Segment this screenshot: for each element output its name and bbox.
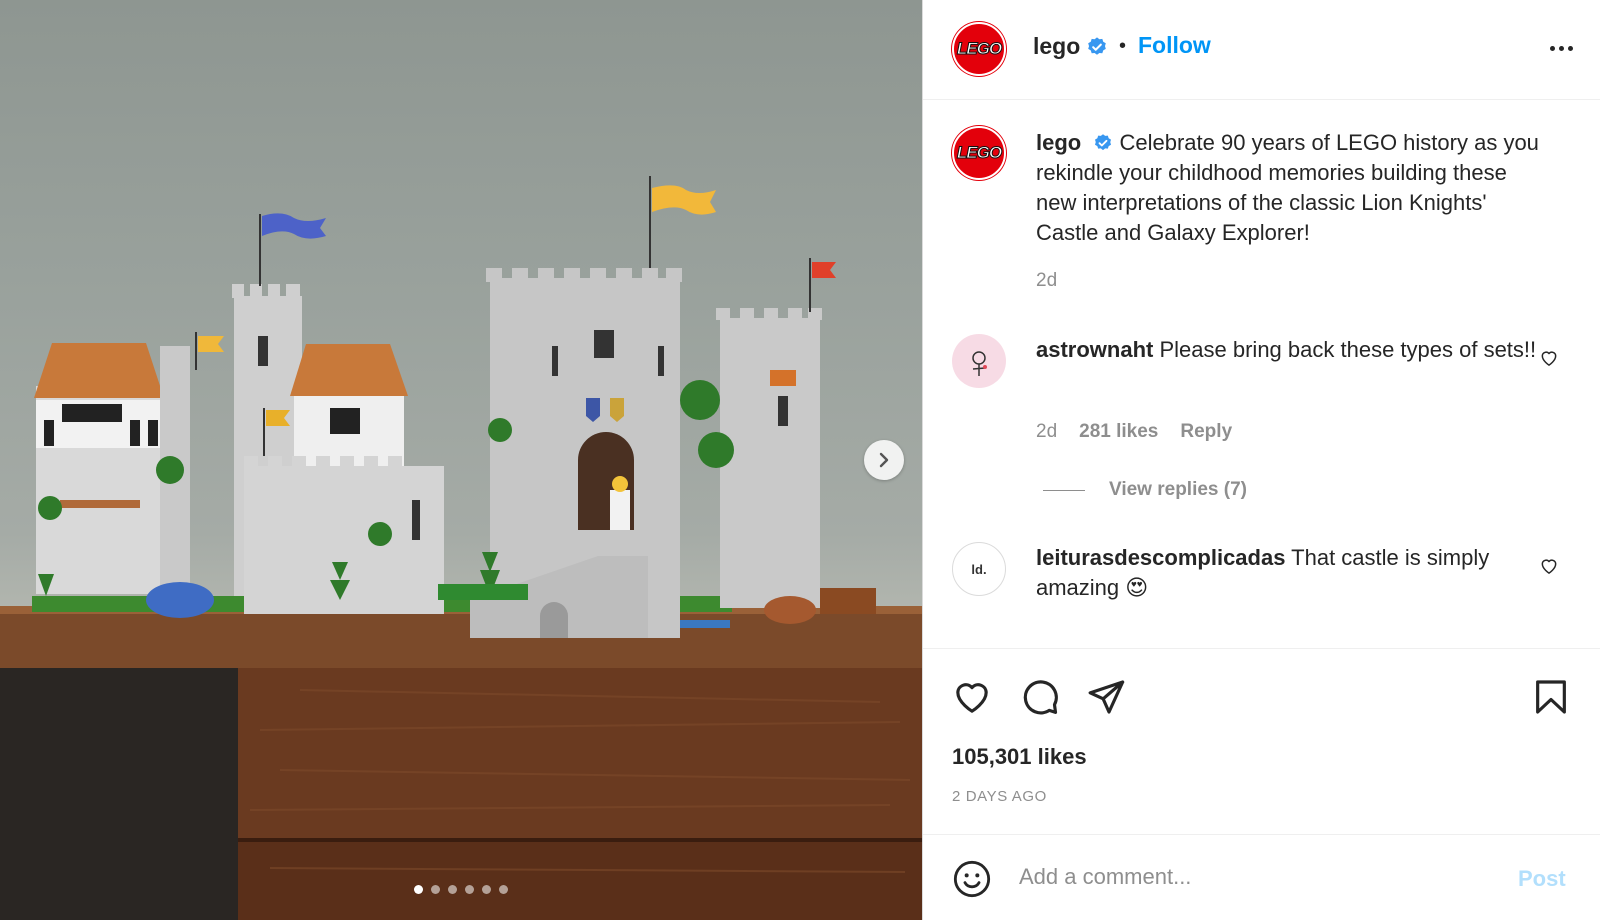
comment-input[interactable] [1019,857,1489,897]
add-comment-bar: Post [923,834,1600,920]
comment-body: astrownaht Please bring back these types… [1036,335,1546,365]
caption-timestamp: 2d [1036,270,1058,291]
post-header: LEGO lego • Follow [923,0,1600,100]
replies-divider [1043,489,1085,491]
view-replies-label: View replies (7) [1109,479,1247,500]
caption-author-avatar[interactable]: LEGO [952,126,1006,180]
lego-castle-photo [0,176,922,920]
comment-username[interactable]: astrownaht [1036,337,1153,362]
comment-timestamp: 2d [1036,421,1058,442]
carousel-indicator [414,885,508,894]
post-timestamp: 2 DAYS AGO [952,788,1047,805]
post-caption: lego Celebrate 90 years of LEGO history … [1036,128,1546,248]
comments-section: LEGO lego Celebrate 90 years of LEGO his… [923,100,1600,648]
author-username[interactable]: lego [1033,33,1108,60]
carousel-dot [448,885,457,894]
follow-button[interactable]: Follow [1138,32,1211,59]
post-media[interactable] [0,0,922,920]
comment-username[interactable]: leiturasdescomplicadas [1036,545,1285,570]
verified-badge-icon [1093,133,1113,153]
comment-meta: 2d 281 likes Reply [1036,421,1232,443]
carousel-next-button[interactable] [864,440,904,480]
heart-eyes-emoji: 😍 [1125,575,1149,600]
comment-body: leiturasdescomplicadas That castle is si… [1036,543,1546,603]
emoji-icon[interactable] [952,859,992,904]
carousel-dot [499,885,508,894]
commenter-avatar[interactable] [952,334,1006,388]
carousel-dot [414,885,423,894]
more-options-icon[interactable] [1543,36,1579,60]
post-actions: 105,301 likes 2 DAYS AGO [923,648,1600,834]
comment-like-count[interactable]: 281 likes [1079,421,1158,443]
lego-logo: LEGO [956,143,1002,163]
post-comment-button[interactable]: Post [1518,866,1566,892]
author-username-text: lego [1033,33,1081,59]
commenter-avatar[interactable]: ld. [952,542,1006,596]
carousel-dot [431,885,440,894]
caption-username[interactable]: lego [1036,130,1081,155]
separator-dot: • [1119,35,1127,57]
post-side-panel: LEGO lego • Follow LEGO lego Celebrate 9… [922,0,1600,920]
reply-button[interactable]: Reply [1180,421,1232,443]
like-comment-heart-icon[interactable] [1539,556,1559,581]
comment-icon[interactable] [1020,677,1060,722]
lego-logo: LEGO [956,39,1002,59]
share-icon[interactable] [1086,677,1126,722]
author-avatar[interactable]: LEGO [952,22,1006,76]
view-replies-button[interactable]: View replies (7) [1043,479,1247,501]
like-comment-heart-icon[interactable] [1539,348,1559,373]
commenter-avatar-text: ld. [971,561,987,577]
carousel-dot [482,885,491,894]
heart-icon[interactable] [952,677,992,722]
chevron-right-icon [879,452,889,468]
bookmark-icon[interactable] [1531,677,1571,722]
comment-text: Please bring back these types of sets!! [1159,337,1537,362]
verified-badge-icon [1086,36,1108,58]
post-like-count[interactable]: 105,301 likes [952,744,1087,770]
carousel-dot [465,885,474,894]
